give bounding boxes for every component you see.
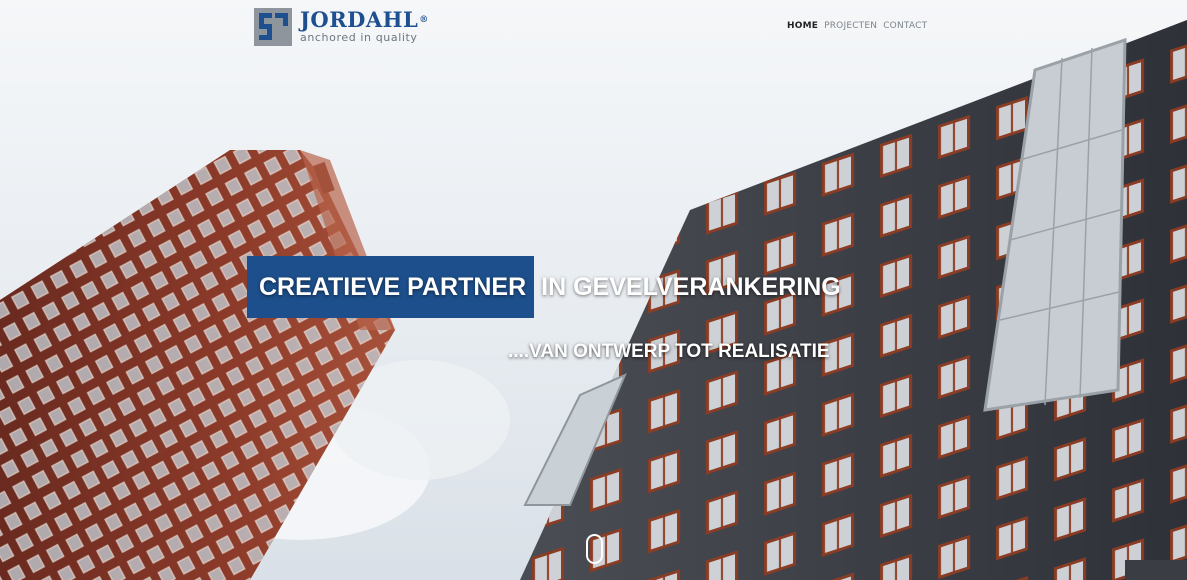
mouse-scroll-icon[interactable] [586,534,603,564]
logo-text: JORDAHL® anchored in quality [300,9,429,45]
nav-projecten[interactable]: PROJECTEN [824,21,877,31]
main-navigation: HOME PROJECTEN CONTACT [787,21,927,31]
site-logo[interactable]: JORDAHL® anchored in quality [254,8,429,46]
jordahl-logo-icon [254,8,292,46]
headline-rest: IN GEVELVERANKERING [541,272,841,301]
logo-name: JORDAHL [300,7,419,32]
hero-headline: CREATIEVE PARTNER IN GEVELVERANKERING [247,256,841,318]
logo-wordmark: JORDAHL® [300,9,429,31]
nav-home[interactable]: HOME [787,21,818,31]
hero-subheadline: ....VAN ONTWERP TOT REALISATIE [508,341,830,362]
logo-tagline: anchored in quality [300,31,418,44]
headline-highlight: CREATIEVE PARTNER [247,256,535,318]
nav-contact[interactable]: CONTACT [883,21,927,31]
registered-mark: ® [419,15,429,25]
